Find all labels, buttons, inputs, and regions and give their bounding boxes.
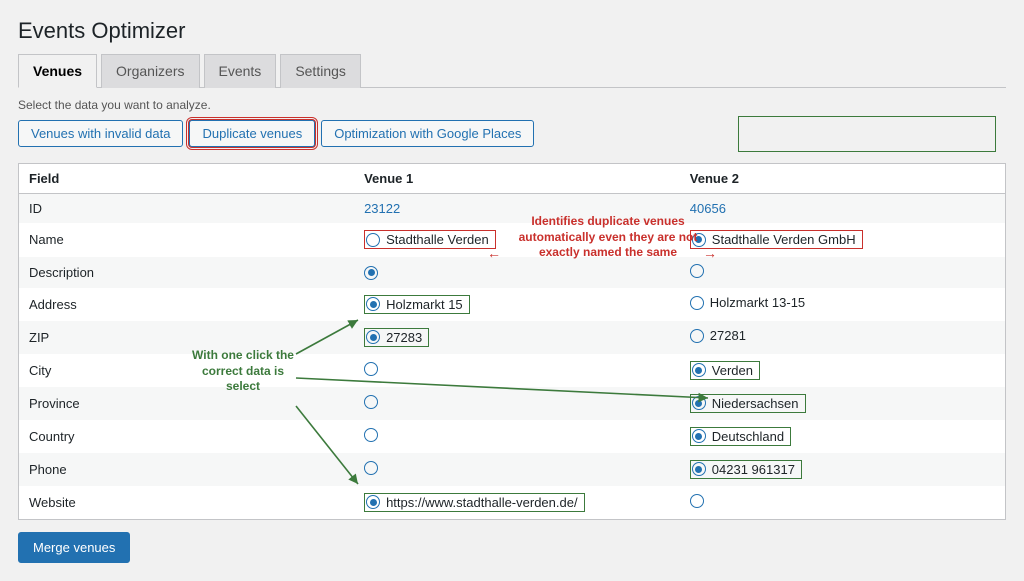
green-arrows-svg <box>18 18 1024 558</box>
